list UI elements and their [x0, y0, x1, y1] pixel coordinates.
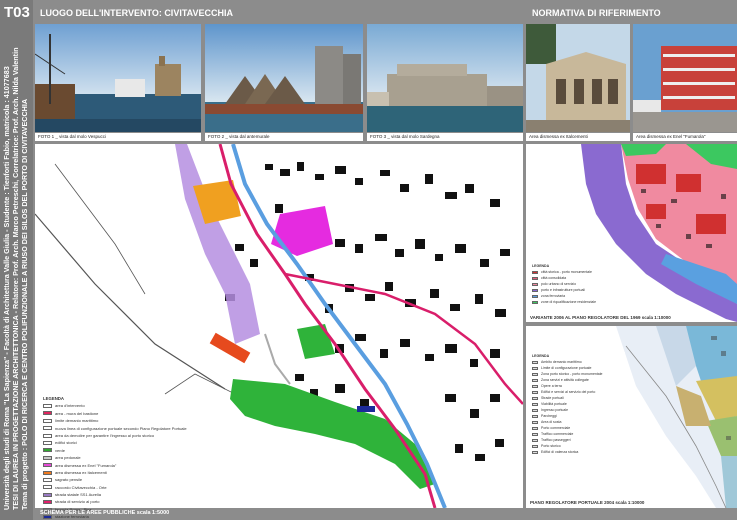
legend-label: zone di riqualificazione residenziale	[541, 300, 597, 304]
legend-swatch	[532, 366, 538, 370]
legend-swatch	[532, 420, 538, 424]
photo-italcementi	[526, 24, 630, 132]
legend-swatch	[532, 402, 538, 406]
sheet-code: T03	[4, 4, 30, 21]
legend-label: Edifici di valenza storica	[541, 450, 579, 454]
legend-label: strada statale SS1 Aurelia	[55, 492, 102, 498]
legend-swatch	[43, 492, 52, 497]
photo-1	[35, 24, 201, 132]
legend-swatch	[43, 448, 52, 453]
sidebar-text-block: Università degli studi di Roma "La Sapie…	[2, 40, 29, 510]
legend-swatch	[532, 396, 538, 400]
legend-swatch	[532, 372, 538, 376]
legend-swatch	[532, 438, 538, 442]
legend-swatch	[43, 426, 52, 431]
university-line: Università degli studi di Roma "La Sapie…	[2, 66, 11, 510]
prg-caption: VARIANTE 2006 AL PIANO REGOLATORE DEL 19…	[530, 315, 671, 320]
legend-swatch	[43, 441, 52, 446]
prp-legend-rows: Ambito demanio marittimo Limite di config…	[532, 359, 623, 455]
legend-label: limite demanio marittimo	[55, 418, 99, 424]
legend-item: strada di servizio al porto	[43, 498, 142, 505]
legend-label: area dismessa ex Italcementi	[55, 469, 107, 475]
map-footer: SCHEMA PER LE AREE PUBBLICHE scala 1:500…	[40, 510, 170, 516]
legend-swatch	[43, 418, 52, 423]
project-theme-line: Tema di progetto : POLO DI RICERCA E CEN…	[20, 98, 29, 510]
legend-swatch	[532, 444, 538, 448]
legend-swatch	[532, 276, 538, 280]
legend-item: area dismessa ex Italcementi	[43, 469, 142, 476]
legend-swatch	[532, 288, 538, 292]
legend-label: area dismessa ex Enel "Fumarola"	[55, 462, 117, 468]
legend-swatch	[532, 378, 538, 382]
legend-label: raccordo Civitavecchia - Orte	[55, 484, 107, 490]
legend-item: sagrato pensile	[43, 476, 142, 483]
legend-swatch	[43, 433, 52, 438]
legend-swatch	[43, 455, 52, 460]
legend-label: area pedonale	[55, 455, 81, 461]
photo-3-caption: FOTO 3 _ vista dal molo Sardegna	[367, 133, 523, 141]
legend-item: Edifici di valenza storica	[532, 449, 623, 455]
legend-swatch	[532, 450, 538, 454]
legend-item: nuova linea di configurazione portuale s…	[43, 425, 187, 432]
legend-swatch	[532, 360, 538, 364]
legend-swatch	[532, 408, 538, 412]
map-legend-title: LEGENDA	[43, 396, 65, 401]
legend-item: zone di riqualificazione residenziale	[532, 299, 608, 305]
legend-item: area dismessa ex Enel "Fumarola"	[43, 462, 142, 469]
prp-legend: LEGENDA Ambito demanio marittimo Limite d…	[530, 352, 625, 456]
map-legend: LEGENDA area d'intervento area - mura del…	[40, 393, 187, 519]
legend-label: nuova linea di configurazione portuale s…	[55, 425, 187, 431]
legend-item: area da demolire per garantire l'ingress…	[43, 432, 154, 439]
legend-swatch	[43, 500, 52, 505]
legend-swatch	[43, 411, 52, 416]
legend-label: verde	[55, 447, 66, 453]
prg-legend: LEGENDA città storica - porto monumental…	[530, 262, 610, 306]
legend-item: area d'intervento	[43, 402, 142, 409]
prp-caption: PIANO REGOLATORE PORTUALE 2004 scala 1:1…	[530, 500, 645, 505]
legend-swatch	[43, 478, 52, 482]
regulations-header: NORMATIVA DI RIFERIMENTO	[532, 8, 661, 18]
legend-item: edifici storici	[43, 439, 142, 446]
legend-label: sagrato pensile	[55, 477, 83, 483]
legend-item: raccordo Civitavecchia - Orte	[43, 484, 142, 491]
legend-swatch	[532, 426, 538, 430]
thesis-line: TESI DI LAUREA IN PROGETTAZIONE ARCHITET…	[11, 47, 20, 510]
legend-label: area d'intervento	[55, 403, 85, 409]
photo-2-caption: FOTO 2 _ vista dal antemurale	[205, 133, 363, 141]
legend-swatch	[43, 470, 52, 475]
title-sidebar: T03 Università degli studi di Roma "La S…	[0, 0, 33, 520]
legend-item: verde	[43, 447, 142, 454]
legend-swatch	[532, 384, 538, 388]
legend-swatch	[532, 270, 538, 274]
legend-swatch	[43, 404, 52, 409]
legend-label: edifici storici	[55, 440, 77, 446]
legend-item: strada statale SS1 Aurelia	[43, 491, 142, 498]
legend-swatch	[532, 294, 538, 298]
legend-label: area - mura del bastione	[55, 410, 99, 416]
legend-swatch	[532, 300, 538, 304]
legend-label: area da demolire per garantire l'ingress…	[55, 432, 155, 438]
legend-item: area pedonale	[43, 454, 142, 461]
legend-swatch	[43, 485, 52, 490]
legend-label: strada di servizio al porto	[55, 499, 100, 505]
photo-3	[367, 24, 523, 132]
legend-swatch	[532, 432, 538, 436]
photo-italcementi-caption: Area dismessa ex Italcementi	[526, 133, 630, 141]
photo-enel-caption: Area dismessa ex Enel "Fumarola"	[633, 133, 737, 141]
legend-swatch	[532, 390, 538, 394]
photo-2	[205, 24, 363, 132]
legend-item: area - mura del bastione	[43, 410, 142, 417]
map-legend-rows: area d'intervento area - mura del bastion…	[43, 402, 187, 520]
prg-legend-rows: città storica - porto monumentale città c…	[532, 269, 608, 305]
legend-swatch	[532, 282, 538, 286]
legend-swatch	[43, 463, 52, 468]
photo-1-caption: FOTO 1 _ vista dal molo Vespucci	[35, 133, 201, 141]
site-header: LUOGO DELL'INTERVENTO: CIVITAVECCHIA	[40, 8, 233, 18]
legend-swatch	[532, 414, 538, 418]
photo-enel	[633, 24, 737, 132]
legend-item: limite demanio marittimo	[43, 417, 142, 424]
